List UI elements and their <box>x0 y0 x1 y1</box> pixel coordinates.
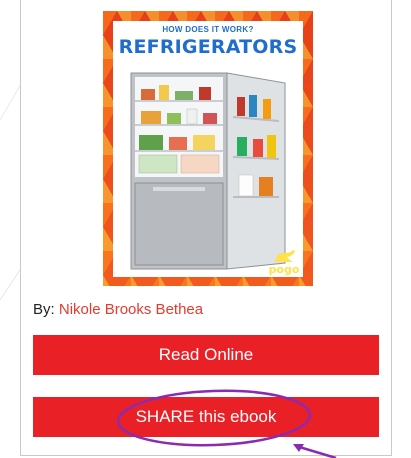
share-ebook-button[interactable]: SHARE this ebook <box>33 397 379 437</box>
book-cover[interactable]: HOW DOES IT WORK? REFRIGERATORS pogo <box>103 11 313 286</box>
cover-series-label: HOW DOES IT WORK? <box>162 25 254 34</box>
pogo-logo: pogo <box>267 248 301 276</box>
byline-prefix: By: <box>33 301 55 318</box>
author-link[interactable]: Nikole Brooks Bethea <box>59 301 203 318</box>
cover-title: REFRIGERATORS <box>118 36 298 58</box>
read-online-button[interactable]: Read Online <box>33 335 379 375</box>
refrigerator-image <box>113 67 303 277</box>
kangaroo-icon <box>275 250 295 262</box>
author-byline: By: Nikole Brooks Bethea <box>33 301 203 318</box>
cover-title-box: HOW DOES IT WORK? REFRIGERATORS <box>113 21 303 67</box>
pogo-logo-text: pogo <box>268 263 300 276</box>
ebook-card: HOW DOES IT WORK? REFRIGERATORS pogo By:… <box>20 0 392 456</box>
